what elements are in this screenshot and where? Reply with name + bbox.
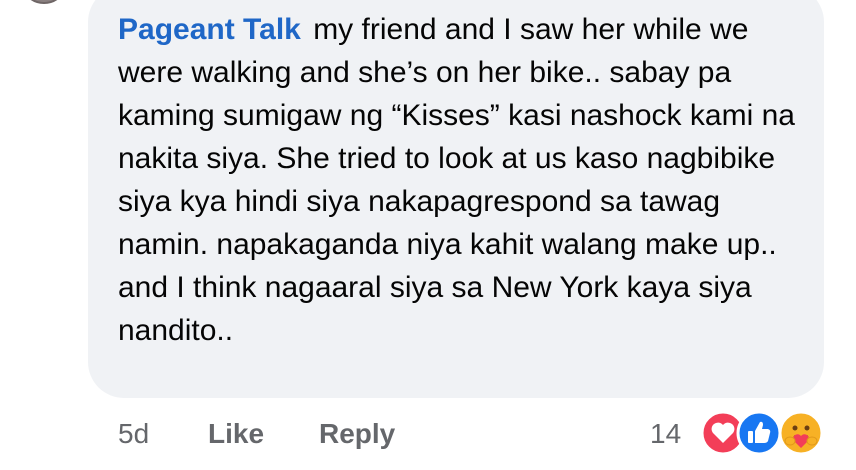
comment-timestamp[interactable]: 5d <box>118 418 149 450</box>
reaction-icons[interactable] <box>700 410 830 460</box>
reply-button[interactable]: Reply <box>319 418 395 450</box>
reaction-count[interactable]: 14 <box>650 418 681 450</box>
like-button[interactable]: Like <box>208 418 264 450</box>
thumbs-up-icon <box>736 410 782 456</box>
comment-author[interactable]: Pageant Talk <box>118 13 301 46</box>
comment-body: my friend and I saw her while we were wa… <box>118 13 795 347</box>
care-icon <box>778 410 824 456</box>
comment-text: Pageant Talk my friend and I saw her whi… <box>118 8 808 352</box>
avatar[interactable] <box>20 0 68 4</box>
